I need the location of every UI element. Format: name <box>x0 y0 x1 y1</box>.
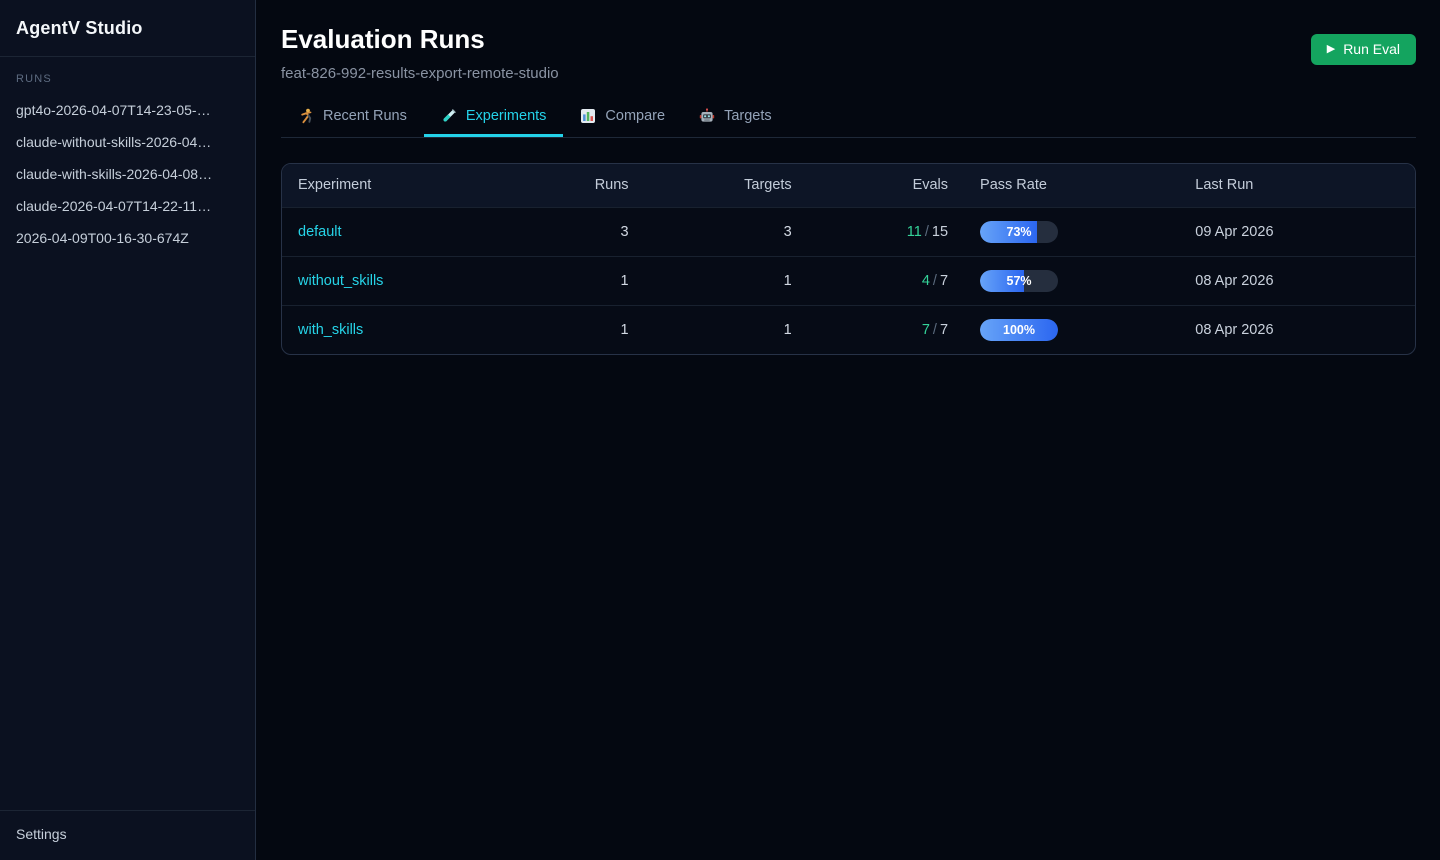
last-run-date: 08 Apr 2026 <box>1179 305 1415 354</box>
tab-compare[interactable]: Compare <box>563 98 682 137</box>
column-header-evals: Evals <box>808 164 964 208</box>
evals-passed: 7 <box>922 322 930 338</box>
settings-button[interactable]: Settings <box>0 810 255 860</box>
column-header-runs: Runs <box>486 164 645 208</box>
sidebar-run-item[interactable]: 2026-04-09T00-16-30-674Z <box>0 222 255 254</box>
table-row: without_skills 1 1 4/7 57% 08 Apr 2026 <box>282 256 1415 305</box>
tab-recent-runs[interactable]: Recent Runs <box>281 98 424 137</box>
column-header-pass-rate: Pass Rate <box>964 164 1179 208</box>
tab-bar: Recent Runs Experiments <box>281 98 1416 138</box>
evals-cell: 7/7 <box>808 305 964 354</box>
pass-rate-pill: 57% <box>980 270 1058 292</box>
evals-separator: / <box>930 322 940 338</box>
pass-rate-label: 73% <box>980 221 1058 243</box>
targets-count: 3 <box>645 207 808 256</box>
pass-rate-cell: 57% <box>964 256 1179 305</box>
sidebar: AgentV Studio RUNS gpt4o-2026-04-07T14-2… <box>0 0 256 860</box>
pass-rate-cell: 73% <box>964 207 1179 256</box>
page-subtitle: feat-826-992-results-export-remote-studi… <box>281 65 559 82</box>
table-header-row: Experiment Runs Targets Evals Pass Rate … <box>282 164 1415 208</box>
pass-rate-label: 100% <box>980 319 1058 341</box>
experiments-table: Experiment Runs Targets Evals Pass Rate … <box>281 163 1416 355</box>
sidebar-run-item[interactable]: claude-without-skills-2026-04… <box>0 126 255 158</box>
play-icon: ▶ <box>1327 44 1335 55</box>
page-title: Evaluation Runs <box>281 25 559 54</box>
table-row: default 3 3 11/15 73% 09 Apr 2026 <box>282 207 1415 256</box>
targets-count: 1 <box>645 305 808 354</box>
targets-count: 1 <box>645 256 808 305</box>
evals-cell: 11/15 <box>808 207 964 256</box>
sidebar-header: AgentV Studio <box>0 0 255 57</box>
run-eval-label: Run Eval <box>1343 41 1400 57</box>
evals-total: 7 <box>940 273 948 289</box>
app-window: AgentV Studio RUNS gpt4o-2026-04-07T14-2… <box>0 0 1440 860</box>
sidebar-run-item[interactable]: claude-with-skills-2026-04-08… <box>0 158 255 190</box>
tab-experiments[interactable]: Experiments <box>424 98 564 137</box>
tab-label: Recent Runs <box>323 108 407 124</box>
evals-separator: / <box>930 273 940 289</box>
column-header-targets: Targets <box>645 164 808 208</box>
main-content: Evaluation Runs feat-826-992-results-exp… <box>256 0 1440 860</box>
column-header-experiment: Experiment <box>282 164 486 208</box>
pass-rate-pill: 100% <box>980 319 1058 341</box>
runner-icon <box>298 108 314 124</box>
evals-total: 15 <box>932 224 948 240</box>
page-header: Evaluation Runs feat-826-992-results-exp… <box>281 25 1416 82</box>
evals-passed: 4 <box>922 273 930 289</box>
runs-section-label: RUNS <box>0 73 255 85</box>
runs-count: 3 <box>486 207 645 256</box>
robot-icon <box>699 108 715 124</box>
tab-targets[interactable]: Targets <box>682 98 789 137</box>
pass-rate-pill: 73% <box>980 221 1058 243</box>
experiment-link[interactable]: default <box>298 224 342 240</box>
experiment-link[interactable]: without_skills <box>298 273 383 289</box>
table-row: with_skills 1 1 7/7 100% 08 Apr 2026 <box>282 305 1415 354</box>
tab-label: Compare <box>605 108 665 124</box>
last-run-date: 08 Apr 2026 <box>1179 256 1415 305</box>
evals-cell: 4/7 <box>808 256 964 305</box>
test-tube-icon <box>441 108 457 124</box>
column-header-last-run: Last Run <box>1179 164 1415 208</box>
runs-nav: RUNS gpt4o-2026-04-07T14-23-05-… claude-… <box>0 57 255 810</box>
last-run-date: 09 Apr 2026 <box>1179 207 1415 256</box>
pass-rate-label: 57% <box>980 270 1058 292</box>
evals-total: 7 <box>940 322 948 338</box>
pass-rate-cell: 100% <box>964 305 1179 354</box>
runs-count: 1 <box>486 305 645 354</box>
sidebar-run-item[interactable]: claude-2026-04-07T14-22-11… <box>0 190 255 222</box>
runs-count: 1 <box>486 256 645 305</box>
sidebar-run-item[interactable]: gpt4o-2026-04-07T14-23-05-… <box>0 94 255 126</box>
run-eval-button[interactable]: ▶ Run Eval <box>1311 34 1416 65</box>
app-title: AgentV Studio <box>16 18 239 39</box>
experiment-link[interactable]: with_skills <box>298 322 363 338</box>
tab-label: Experiments <box>466 108 547 124</box>
tab-label: Targets <box>724 108 772 124</box>
bar-chart-icon <box>580 108 596 124</box>
evals-separator: / <box>922 224 932 240</box>
evals-passed: 11 <box>907 224 922 240</box>
